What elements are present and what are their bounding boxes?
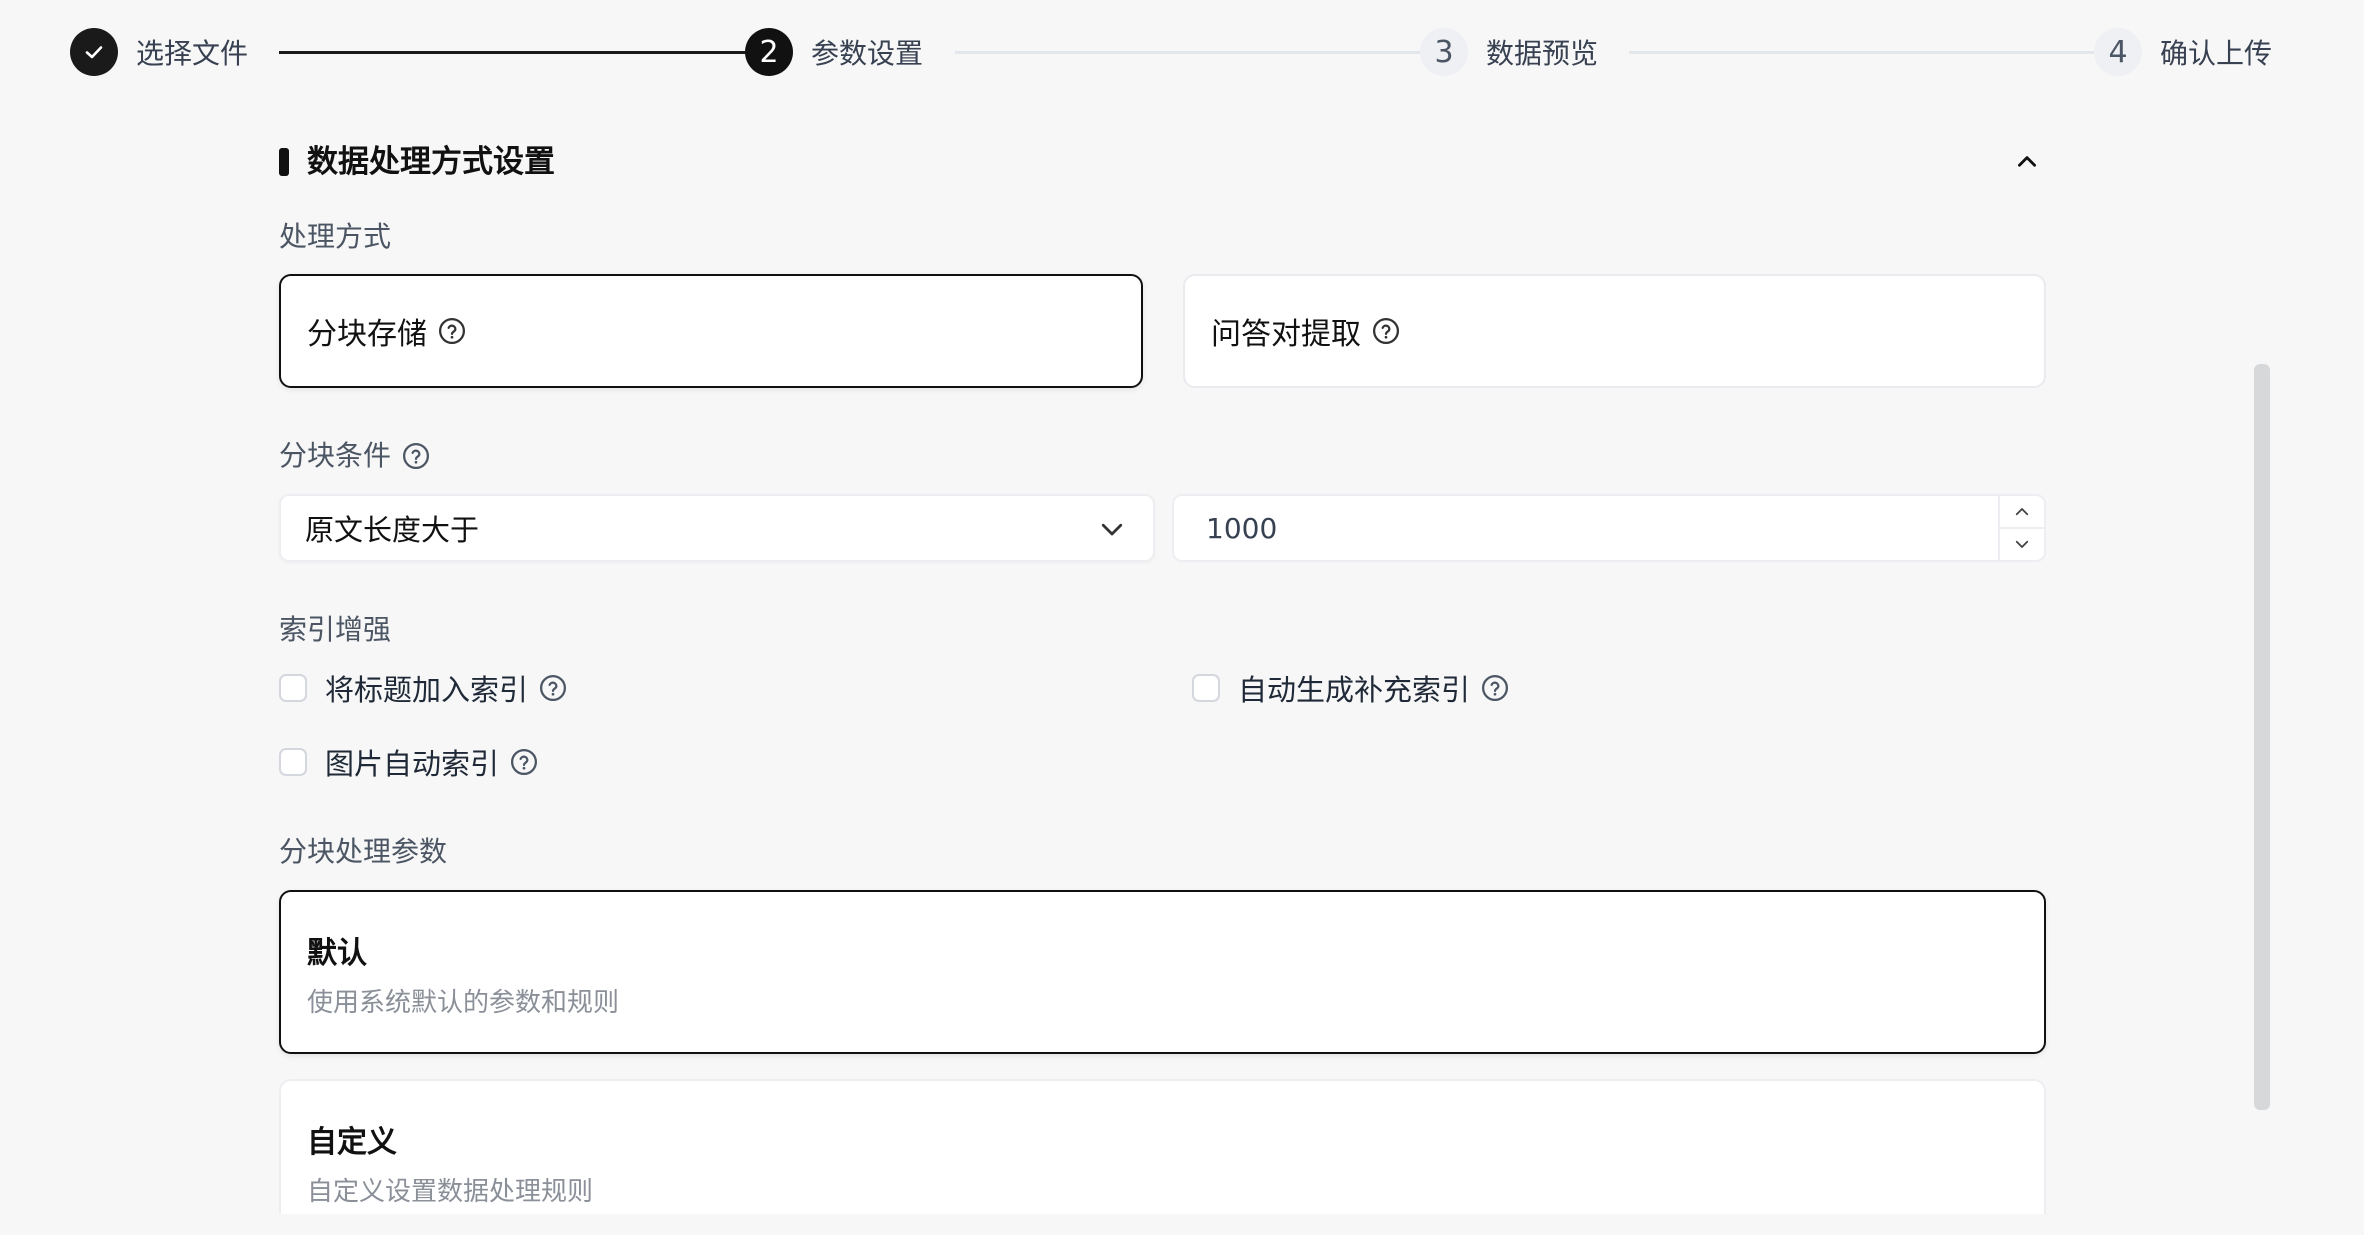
number-stepper bbox=[1998, 496, 2044, 560]
chevron-down-icon bbox=[1101, 523, 1123, 536]
decrement-button[interactable] bbox=[2000, 528, 2044, 559]
checkbox[interactable] bbox=[1192, 674, 1220, 702]
step-3-number: 3 bbox=[1420, 28, 1468, 76]
chunk-params-label-text: 分块处理参数 bbox=[279, 835, 448, 868]
help-circle-icon[interactable] bbox=[1480, 673, 1510, 703]
step-2-label: 参数设置 bbox=[811, 37, 924, 70]
collapse-button[interactable] bbox=[2009, 144, 2045, 180]
index-enhance-label: 索引增强 bbox=[279, 610, 391, 650]
param-option-title: 自定义 bbox=[307, 1125, 397, 1160]
param-option-title: 默认 bbox=[307, 936, 367, 971]
method-option-label: 分块存储 bbox=[307, 317, 427, 352]
checkbox-image-auto-index[interactable]: 图片自动索引 bbox=[279, 742, 539, 782]
checkbox-auto-supplement-index[interactable]: 自动生成补充索引 bbox=[1192, 668, 1510, 708]
check-icon bbox=[85, 46, 103, 59]
chevron-up-icon bbox=[2015, 507, 2029, 515]
step-confirm-upload[interactable]: 4 确认上传 bbox=[2094, 28, 2272, 76]
bottom-edge bbox=[0, 1214, 2364, 1235]
checkbox-label: 将标题加入索引 bbox=[325, 673, 529, 707]
method-option-label: 问答对提取 bbox=[1211, 317, 1361, 352]
chunk-condition-select-value: 原文长度大于 bbox=[305, 513, 480, 547]
chevron-down-icon bbox=[2015, 540, 2029, 548]
checkbox-title-to-index[interactable]: 将标题加入索引 bbox=[279, 668, 568, 708]
step-2-number: 2 bbox=[745, 28, 793, 76]
checkbox-label: 自动生成补充索引 bbox=[1238, 673, 1471, 707]
help-circle-icon[interactable] bbox=[509, 747, 539, 777]
processing-method-label: 处理方式 bbox=[279, 217, 391, 257]
help-circle-icon[interactable] bbox=[538, 673, 568, 703]
checkbox-label: 图片自动索引 bbox=[325, 747, 500, 781]
param-option-desc: 使用系统默认的参数和规则 bbox=[307, 988, 620, 1018]
step-connector-3 bbox=[1629, 51, 2123, 54]
section-title: 数据处理方式设置 bbox=[307, 144, 555, 180]
help-circle-icon[interactable] bbox=[401, 441, 431, 471]
step-connector-1 bbox=[279, 51, 775, 54]
chunk-condition-select[interactable]: 原文长度大于 bbox=[279, 494, 1155, 562]
step-1-check bbox=[70, 28, 118, 76]
help-circle-icon[interactable] bbox=[1371, 316, 1401, 346]
step-4-label: 确认上传 bbox=[2160, 37, 2273, 70]
step-data-preview[interactable]: 3 数据预览 bbox=[1420, 28, 1598, 76]
checkbox[interactable] bbox=[279, 674, 307, 702]
processing-method-label-text: 处理方式 bbox=[279, 220, 392, 253]
param-option-default[interactable]: 默认 使用系统默认的参数和规则 bbox=[279, 890, 2046, 1054]
step-4-number: 4 bbox=[2094, 28, 2142, 76]
scrollbar[interactable] bbox=[2254, 364, 2270, 1110]
method-option-qa-extract[interactable]: 问答对提取 bbox=[1183, 274, 2046, 388]
scrollbar-thumb[interactable] bbox=[2254, 364, 2270, 1110]
chunk-condition-label: 分块条件 bbox=[279, 436, 431, 476]
section-accent-bar bbox=[279, 148, 289, 176]
chunk-length-input[interactable] bbox=[1174, 496, 1944, 560]
stepper: 选择文件 2 参数设置 3 数据预览 4 确认上传 bbox=[70, 28, 2272, 76]
param-option-desc: 自定义设置数据处理规则 bbox=[307, 1177, 594, 1207]
step-param-settings[interactable]: 2 参数设置 bbox=[745, 28, 923, 76]
increment-button[interactable] bbox=[2000, 496, 2044, 529]
step-3-label: 数据预览 bbox=[1486, 37, 1599, 70]
chevron-up-icon bbox=[2018, 156, 2036, 167]
step-1-label: 选择文件 bbox=[136, 37, 249, 70]
step-select-file[interactable]: 选择文件 bbox=[70, 28, 248, 76]
chunk-params-label: 分块处理参数 bbox=[279, 832, 447, 872]
step-connector-2 bbox=[955, 51, 1449, 54]
checkbox[interactable] bbox=[279, 748, 307, 776]
help-circle-icon[interactable] bbox=[437, 316, 467, 346]
method-option-chunk-storage[interactable]: 分块存储 bbox=[279, 274, 1143, 388]
index-enhance-label-text: 索引增强 bbox=[279, 613, 392, 646]
chunk-length-number-input[interactable] bbox=[1172, 494, 2046, 562]
section-header: 数据处理方式设置 bbox=[279, 140, 2045, 184]
param-option-custom[interactable]: 自定义 自定义设置数据处理规则 bbox=[279, 1079, 2046, 1229]
chunk-condition-label-text: 分块条件 bbox=[279, 439, 392, 472]
